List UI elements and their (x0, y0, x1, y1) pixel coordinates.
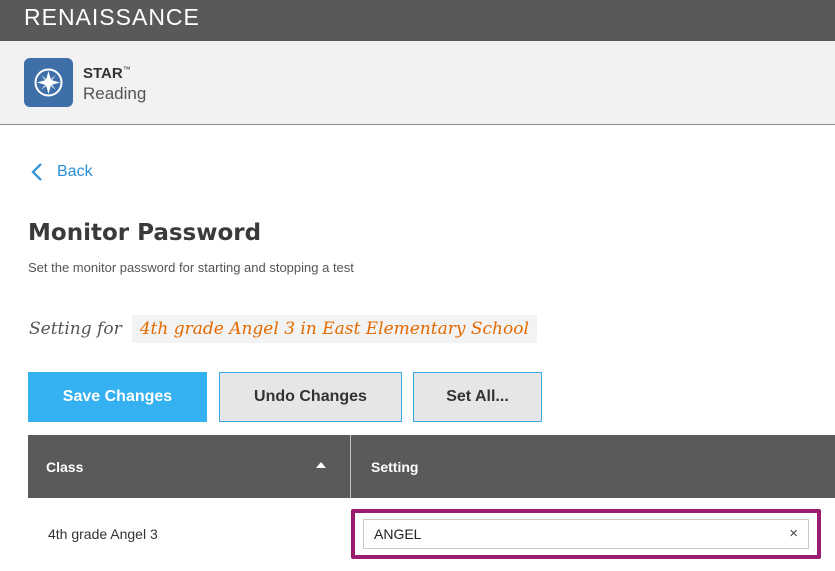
undo-changes-button[interactable]: Undo Changes (219, 372, 402, 422)
setting-for-row: Setting for 4th grade Angel 3 in East El… (29, 312, 537, 345)
setting-for-value: 4th grade Angel 3 in East Elementary Sch… (131, 314, 537, 343)
column-header-setting[interactable]: Setting (350, 435, 835, 498)
page-description: Set the monitor password for starting an… (28, 260, 354, 275)
column-header-class[interactable]: Class (28, 435, 350, 498)
app-subtitle: Reading (83, 84, 147, 103)
clear-input-icon[interactable]: × (789, 525, 798, 542)
column-header-setting-label: Setting (371, 458, 419, 475)
back-label: Back (57, 163, 93, 180)
row-class-name: 4th grade Angel 3 (48, 526, 158, 542)
app-name-text: STAR (83, 65, 123, 82)
top-brand-bar: RENAISSANCE (0, 0, 835, 41)
table-header: Class Setting (28, 435, 835, 498)
setting-for-label: Setting for (29, 318, 122, 339)
table-row: 4th grade Angel 3 × (28, 498, 835, 571)
save-changes-button[interactable]: Save Changes (28, 372, 207, 422)
setting-input-container: × (363, 519, 809, 549)
set-all-button[interactable]: Set All... (413, 372, 542, 422)
brand-logo-text: RENAISSANCE (24, 4, 200, 30)
back-link[interactable]: Back (31, 157, 93, 187)
highlight-box: × (351, 509, 821, 559)
column-header-class-label: Class (46, 458, 84, 475)
sort-ascending-icon[interactable] (316, 462, 326, 468)
monitor-password-input[interactable] (364, 520, 808, 548)
app-header: STAR™ Reading (0, 41, 835, 125)
app-name: STAR™ (83, 65, 131, 82)
compass-icon (24, 58, 73, 107)
page-title: Monitor Password (28, 220, 262, 246)
trademark-symbol: ™ (122, 65, 131, 74)
chevron-left-icon (31, 163, 42, 181)
